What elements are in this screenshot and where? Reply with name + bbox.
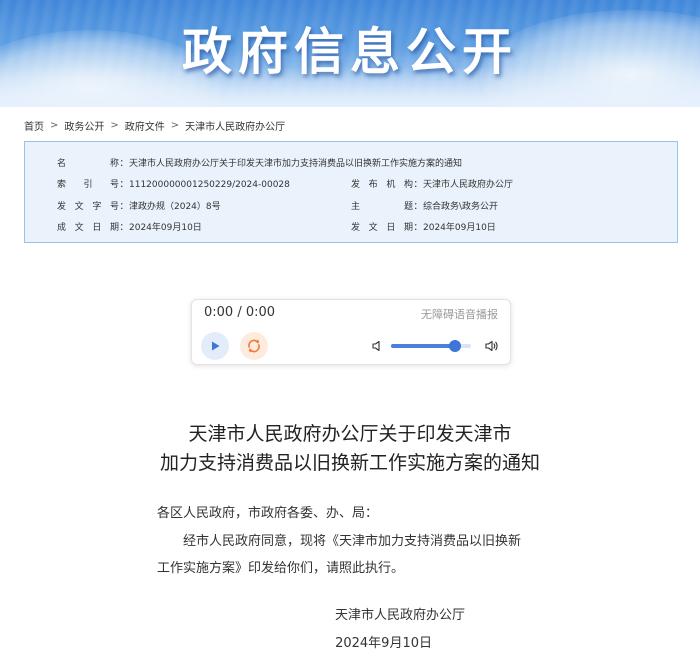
document-paragraph-line: 经市人民政府同意，现将《天津市加力支持消费品以旧换新 (183, 534, 522, 549)
breadcrumb-gov-affairs[interactable]: 政务公开 (64, 118, 104, 133)
meta-subject-label: 主题 (351, 202, 413, 212)
volume-high-icon[interactable] (484, 338, 500, 354)
banner-title: 政府信息公开 (182, 23, 518, 81)
document-paragraph-line: 工作实施方案》印发给你们，请照此执行。 (157, 561, 405, 576)
meta-row-issuer: 发布机构：天津市人民政府办公厅 (351, 177, 513, 190)
play-icon (212, 341, 220, 351)
audio-player: 0:00 / 0:00 无障碍语音播报 (191, 299, 511, 365)
banner: 政府信息公开 (0, 0, 700, 107)
meta-index-value: 11120000000125022​9/2024-00028 (129, 180, 290, 190)
meta-row-subject: 主题：综合政务\政务公开 (351, 199, 498, 212)
breadcrumb-office[interactable]: 天津市人民政府办公厅 (185, 118, 285, 133)
document-salutation: 各区人民政府，市政府各委、办、局： (157, 506, 379, 521)
breadcrumb-gov-docs[interactable]: 政府文件 (125, 118, 165, 133)
loop-icon (248, 339, 260, 353)
meta-published-value: 2024年09月10日 (423, 223, 496, 233)
document-date: 2024年9月10日 (335, 636, 432, 651)
meta-issuer-value: 天津市人民政府办公厅 (423, 180, 514, 190)
document-signature: 天津市人民政府办公厅 (334, 608, 465, 623)
meta-colon: ： (413, 202, 423, 212)
meta-colon: ： (119, 202, 129, 212)
volume-slider-fill (391, 344, 455, 348)
meta-published-label: 发文日期 (351, 223, 413, 233)
meta-row-name: 名称：天津市人民政府办公厅关于印发天津市加力支持消费品以旧换新工作实施方案的通知 (57, 156, 462, 169)
volume-slider-handle[interactable] (449, 340, 461, 352)
meta-colon: ： (119, 223, 129, 233)
breadcrumb-home[interactable]: 首页 (24, 118, 44, 133)
document-title-line: 天津市人民政府办公厅关于印发天津市 (188, 423, 512, 445)
meta-colon: ： (119, 159, 129, 169)
document-title: 天津市人民政府办公厅关于印发天津市 加力支持消费品以旧换新工作实施方案的通知 (100, 420, 600, 478)
meta-created-value: 2024年09月10日 (129, 223, 202, 233)
document-title-line: 加力支持消费品以旧换新工作实施方案的通知 (159, 452, 540, 474)
breadcrumb-separator: > (170, 120, 180, 131)
meta-issuer-label: 发布机构 (351, 180, 413, 190)
meta-row-index: 索引号：11120000000125022​9/2024-00028 (57, 177, 290, 190)
play-button[interactable] (201, 332, 229, 360)
meta-name-label: 名称 (57, 159, 119, 169)
document-metadata: 名称：天津市人民政府办公厅关于印发天津市加力支持消费品以旧换新工作实施方案的通知… (24, 141, 678, 243)
breadcrumb-separator: > (110, 120, 119, 131)
meta-index-label: 索引号 (57, 180, 119, 190)
meta-name-value: 天津市人民政府办公厅关于印发天津市加力支持消费品以旧换新工作实施方案的通知 (129, 159, 463, 169)
meta-colon: ： (413, 223, 423, 233)
meta-row-created: 成文日期：2024年09月10日 (57, 220, 202, 233)
meta-row-doc-no: 发文字号：津政办规（2024）8号 (57, 199, 221, 212)
volume-low-icon[interactable] (371, 339, 385, 353)
meta-doc-no-label: 发文字号 (57, 202, 119, 212)
meta-doc-no-value: 津政办规（2024）8号 (129, 202, 221, 212)
meta-colon: ： (413, 180, 423, 190)
meta-subject-value: 综合政务\政务公开 (423, 202, 499, 212)
breadcrumb: 首页 > 政务公开 > 政府文件 > 天津市人民政府办公厅 (24, 118, 285, 133)
volume-slider[interactable] (391, 340, 471, 352)
accessibility-audio-hint: 无障碍语音播报 (421, 308, 498, 321)
breadcrumb-separator: > (50, 120, 59, 131)
meta-row-published: 发文日期：2024年09月10日 (351, 220, 496, 233)
meta-colon: ： (119, 180, 129, 190)
loop-button[interactable] (240, 332, 268, 360)
player-time: 0:00 / 0:00 (204, 305, 276, 320)
meta-created-label: 成文日期 (57, 223, 119, 233)
